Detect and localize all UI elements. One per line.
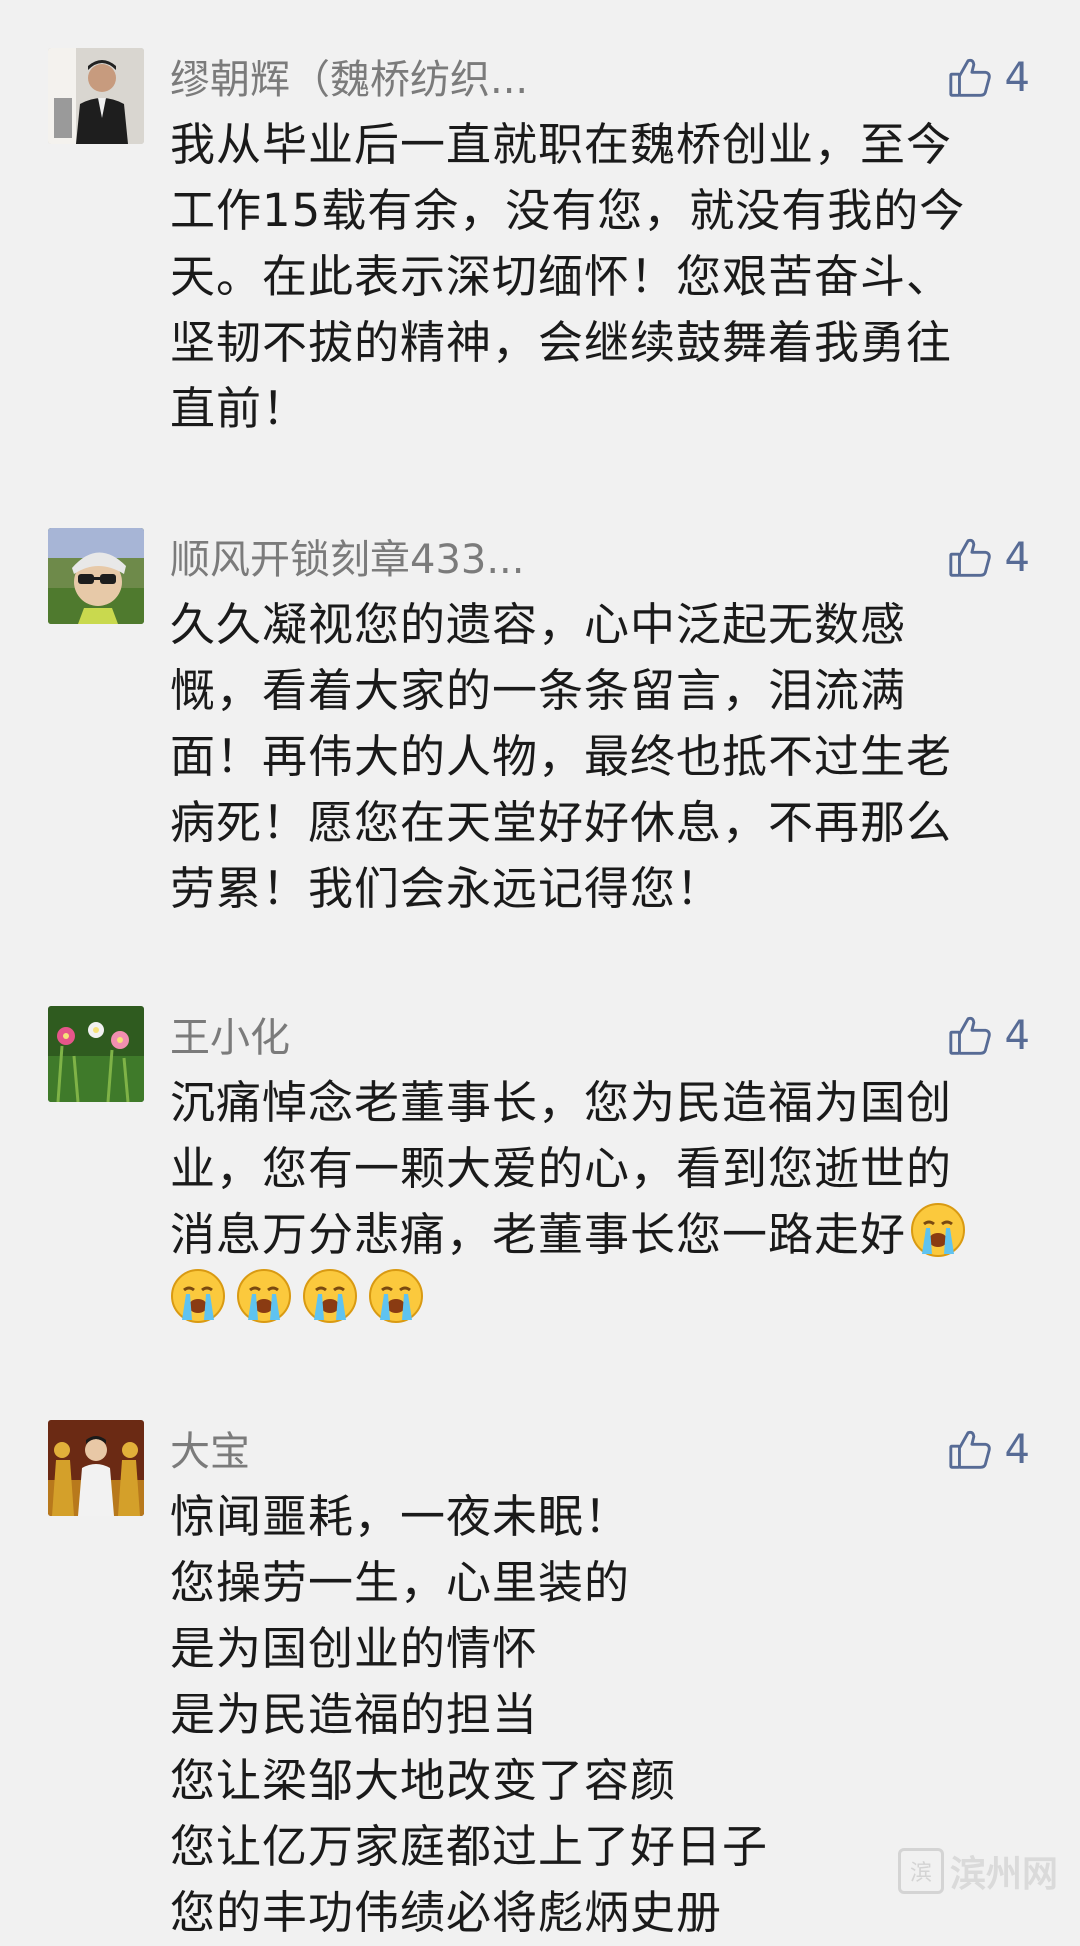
comment-line-text: 消息万分悲痛，老董事长您一路走好 (170, 1208, 907, 1261)
person-with-sunglasses-avatar-image (48, 528, 144, 624)
comment-line: 劳累！我们会永远记得您！ (170, 862, 723, 915)
emoji-row (170, 1268, 1030, 1334)
avatar[interactable] (48, 48, 144, 144)
thumbs-up-icon (947, 535, 993, 581)
like-button[interactable]: 4 (947, 1422, 1030, 1478)
crying-face-icon (302, 1268, 358, 1324)
commenter-name[interactable]: 缪朝辉（魏桥纺织... (170, 52, 528, 108)
crying-face-icon (368, 1268, 424, 1324)
like-count: 4 (1004, 1427, 1030, 1473)
like-count: 4 (1004, 535, 1030, 581)
crying-face-icon (170, 1268, 226, 1324)
comment-text: 久久凝视您的遗容，心中泛起无数感 慨，看着大家的一条条留言，泪流满 面！再伟大的… (170, 592, 1030, 922)
like-button[interactable]: 4 (947, 1008, 1030, 1064)
comment-line: 沉痛悼念老董事长，您为民造福为国创 (170, 1076, 953, 1129)
crying-face-icon (236, 1268, 292, 1324)
comment-line: 直前！ (170, 382, 309, 435)
stage-performers-avatar-image (48, 1420, 144, 1516)
comment-line: 业，您有一颗大爱的心，看到您逝世的 (170, 1142, 953, 1195)
flowers-avatar-image (48, 1006, 144, 1102)
man-in-suit-avatar-image (48, 48, 144, 144)
comment-line: 慨，看着大家的一条条留言，泪流满 (170, 664, 907, 717)
like-button[interactable]: 4 (947, 50, 1030, 106)
watermark-text: 滨州网 (949, 1854, 1058, 1895)
comment-line: 病死！愿您在天堂好好休息，不再那么 (170, 796, 953, 849)
avatar[interactable] (48, 1006, 144, 1102)
commenter-name[interactable]: 大宝 (170, 1424, 250, 1480)
thumbs-up-icon (947, 1427, 993, 1473)
comment-line: 坚韧不拔的精神，会继续鼓舞着我勇往 (170, 316, 953, 369)
avatar[interactable] (48, 1420, 144, 1516)
comment-line: 消息万分悲痛，老董事长您一路走好 (170, 1202, 1030, 1268)
comment-line: 惊闻噩耗，一夜未眠！ (170, 1490, 631, 1543)
like-count: 4 (1004, 1013, 1030, 1059)
thumbs-up-icon (947, 55, 993, 101)
watermark-logo-icon: 滨 (897, 1848, 944, 1894)
thumbs-up-icon (947, 1013, 993, 1059)
comment-line: 面！再伟大的人物，最终也抵不过生老 (170, 730, 953, 783)
comment-line: 我从毕业后一直就职在魏桥创业，至今 (170, 118, 953, 171)
like-button[interactable]: 4 (947, 530, 1030, 586)
comment-line: 您操劳一生，心里装的 (170, 1556, 631, 1609)
like-count: 4 (1004, 55, 1030, 101)
comment-line: 是为国创业的情怀 (170, 1622, 539, 1675)
comment-line: 久久凝视您的遗容，心中泛起无数感 (170, 598, 907, 651)
crying-face-icon (910, 1202, 966, 1258)
comment-text: 我从毕业后一直就职在魏桥创业，至今 工作15载有余，没有您，就没有我的今 天。在… (170, 112, 1030, 442)
watermark: 滨 滨州网 (897, 1845, 1058, 1897)
commenter-name[interactable]: 王小化 (170, 1010, 290, 1066)
avatar[interactable] (48, 528, 144, 624)
comment-text: 沉痛悼念老董事长，您为民造福为国创 业，您有一颗大爱的心，看到您逝世的 消息万分… (170, 1070, 1030, 1334)
comment-line: 天。在此表示深切缅怀！您艰苦奋斗、 (170, 250, 953, 303)
commenter-name[interactable]: 顺风开锁刻章433... (170, 532, 525, 588)
comment-line: 您让梁邹大地改变了容颜 (170, 1754, 677, 1807)
comment-line: 是为民造福的担当 (170, 1688, 539, 1741)
comment-line: 工作15载有余，没有您，就没有我的今 (170, 184, 966, 237)
